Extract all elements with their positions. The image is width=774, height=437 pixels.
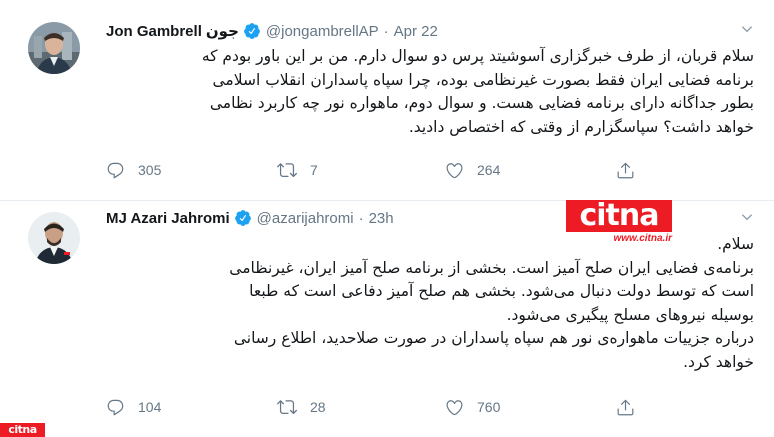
tweet-time[interactable]: Apr 22 [394,23,438,40]
tweet-text-line: برنامه فضایی ایران فقط بصورت غیرنظامی بو… [212,70,755,89]
like-icon [445,398,464,417]
avatar[interactable] [28,22,80,74]
like-count: 760 [477,399,501,415]
verified-badge-icon [243,22,261,40]
retweet-count: 7 [310,162,318,178]
retweet-button[interactable]: 28 [277,397,326,417]
like-icon [445,161,464,180]
share-button[interactable] [616,161,635,180]
chevron-down-icon[interactable] [738,208,756,226]
tweet-text: سلام. برنامه‌ی فضایی ایران صلح آمیز است. … [82,233,754,374]
reply-icon [106,398,125,417]
tweet-header: Jon Gambrell جون @jongambrellAP · Apr 22 [106,21,438,41]
tweet-text-line: درباره جزییات ماهواره‌ی نور هم سپاه پاسد… [233,329,754,347]
tweet-text-line: خواهد داشت؟ سپاسگزارم از وقتی که اختصاص … [408,117,754,136]
retweet-button[interactable]: 7 [277,160,318,180]
reply-button[interactable]: 305 [106,161,161,180]
reply-count: 104 [138,399,162,415]
tweet-time[interactable]: 23h [369,210,394,227]
tweet-text-line: سلام. [717,235,754,253]
like-button[interactable]: 264 [445,161,500,180]
tweet: Jon Gambrell جون @jongambrellAP · Apr 22… [0,0,774,201]
citna-logo-text: citna [566,200,672,232]
tweet: MJ Azari Jahromi @azarijahromi · 23h cit… [0,200,774,437]
like-count: 264 [477,162,501,178]
like-button[interactable]: 760 [445,398,500,417]
author-name[interactable]: Jon Gambrell [106,23,202,40]
reply-button[interactable]: 104 [106,398,161,417]
share-icon [616,161,635,180]
author-name-suffix[interactable]: جون [206,22,239,40]
tweet-text: سلام قربان، از طرف خبرگزاری آسوشیتد پرس … [106,45,754,139]
tweet-text-line: خواهد کرد. [683,352,754,371]
reply-icon [106,161,125,180]
author-handle[interactable]: @azarijahromi [257,210,354,227]
separator-dot: · [358,209,364,227]
tweet-text-line: است که توسط دولت دنبال می‌شود. بخشی هم ص… [249,282,754,300]
citna-watermark: citna [0,423,45,437]
share-icon [616,398,635,417]
author-handle[interactable]: @jongambrellAP [266,23,379,40]
retweet-icon [277,397,297,417]
tweet-text-line: بطور جداگانه دارای برنامه فضایی هست. و س… [209,94,754,112]
tweet-text-line: برنامه‌ی فضایی ایران صلح آمیز است. بخشی … [229,258,754,277]
tweet-text-line: سلام قربان، از طرف خبرگزاری آسوشیتد پرس … [201,47,754,65]
tweet-text-line: بوسیله نیروهای مسلح پیگیری می‌شود. [506,305,754,324]
reply-count: 305 [138,162,162,178]
avatar[interactable] [28,212,80,264]
tweet-header: MJ Azari Jahromi @azarijahromi · 23h [106,208,394,228]
retweet-icon [277,160,297,180]
verified-badge-icon [234,209,252,227]
share-button[interactable] [616,398,635,417]
retweet-count: 28 [310,399,326,415]
separator-dot: · [383,22,389,40]
chevron-down-icon[interactable] [738,20,756,38]
author-name[interactable]: MJ Azari Jahromi [106,210,230,227]
